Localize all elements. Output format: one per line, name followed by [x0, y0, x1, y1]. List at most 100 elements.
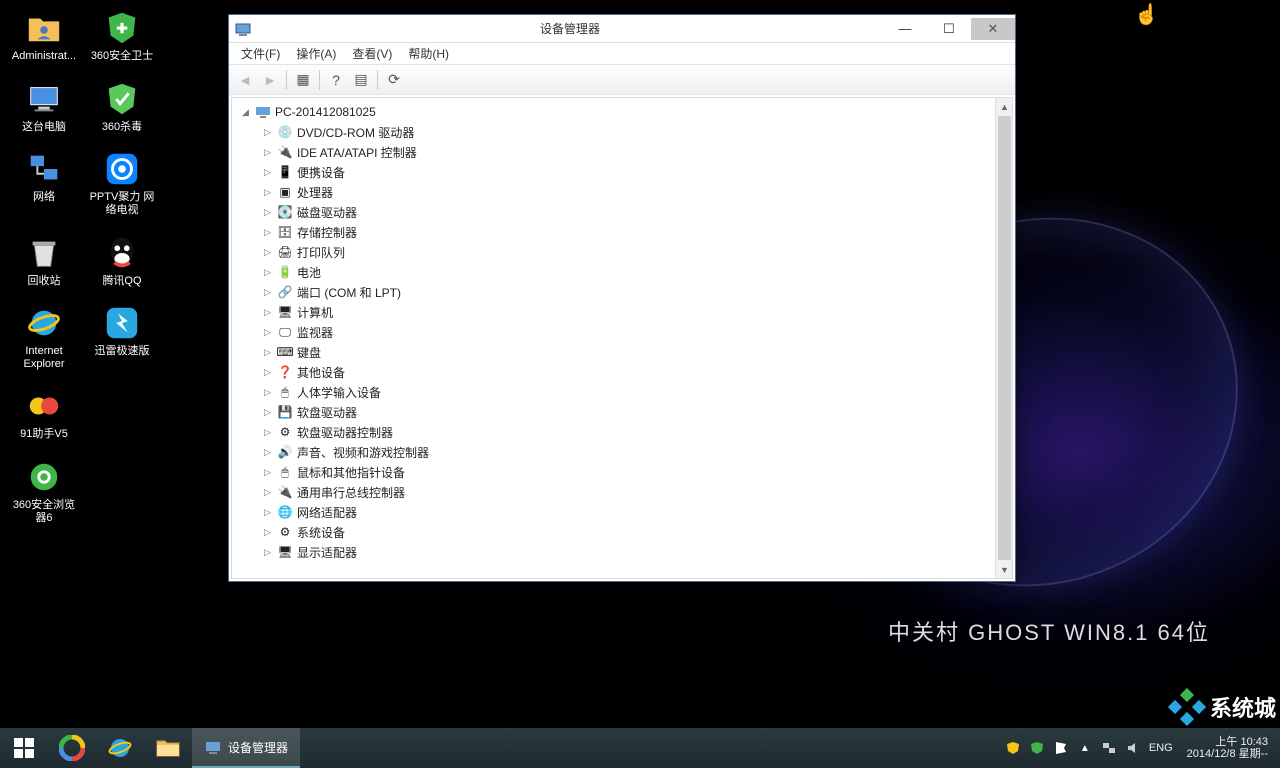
start-button[interactable]	[0, 728, 48, 768]
desktop-icon-91-helper[interactable]: 91助手V5	[8, 386, 80, 441]
expand-icon[interactable]: ▷	[262, 387, 273, 398]
expand-icon[interactable]: ▷	[262, 147, 273, 158]
tree-node[interactable]: ▷🌐网络适配器	[234, 502, 993, 522]
tree-node[interactable]: ▷🖵监视器	[234, 322, 993, 342]
expand-icon[interactable]: ▷	[262, 407, 273, 418]
tree-node[interactable]: ▷🔋电池	[234, 262, 993, 282]
expand-icon[interactable]: ▷	[262, 247, 273, 258]
tree-node[interactable]: ▷🔊声音、视频和游戏控制器	[234, 442, 993, 462]
desktop-icon-360-safe[interactable]: ✚360安全卫士	[86, 8, 158, 63]
scroll-up-button[interactable]: ▲	[996, 98, 1013, 115]
desktop-icon-360-antivirus[interactable]: 360杀毒	[86, 79, 158, 134]
close-button[interactable]: ✕	[971, 18, 1015, 40]
scroll-down-button[interactable]: ▼	[996, 561, 1013, 578]
tree-root-label: PC-201412081025	[275, 105, 376, 119]
tree-node[interactable]: ▷🗄存储控制器	[234, 222, 993, 242]
tree-node[interactable]: ▷🖥显示适配器	[234, 542, 993, 562]
desktop-icon-qq[interactable]: 腾讯QQ	[86, 233, 158, 288]
taskbar-task-device-manager[interactable]: 设备管理器	[192, 728, 300, 768]
tree-node[interactable]: ▷💽磁盘驱动器	[234, 202, 993, 222]
system-tray[interactable]: ▲ ENG 上午 10:43 2014/12/8 星期--	[1005, 736, 1280, 760]
desktop[interactable]: 中关村 GHOST WIN8.1 64位 Administrat...✚360安…	[0, 0, 1280, 768]
toolbar-scan-button[interactable]: ⟳	[382, 68, 406, 92]
menu-item[interactable]: 查看(V)	[346, 43, 398, 64]
taskbar-pin-ie[interactable]	[96, 728, 144, 768]
desktop-icon-thunder[interactable]: 迅雷极速版	[86, 303, 158, 370]
pinwheel-icon	[59, 735, 85, 761]
desktop-icon-360-browser[interactable]: 360安全浏览器6	[8, 457, 80, 524]
scroll-thumb[interactable]	[998, 116, 1011, 560]
expand-icon[interactable]: ▷	[262, 467, 273, 478]
menu-item[interactable]: 帮助(H)	[402, 43, 455, 64]
expand-icon[interactable]: ▷	[262, 127, 273, 138]
tree-node[interactable]: ▷💾软盘驱动器	[234, 402, 993, 422]
toolbar-help-button[interactable]: ?	[324, 68, 348, 92]
tree-node[interactable]: ▷🖱人体学输入设备	[234, 382, 993, 402]
expand-icon[interactable]: ▷	[262, 427, 273, 438]
tree-node[interactable]: ▷🔌IDE ATA/ATAPI 控制器	[234, 142, 993, 162]
desktop-icon-recycle-bin[interactable]: 回收站	[8, 233, 80, 288]
scrollbar[interactable]: ▲ ▼	[995, 98, 1012, 578]
expand-icon[interactable]: ▷	[262, 267, 273, 278]
expand-icon[interactable]: ▷	[262, 447, 273, 458]
tree-node[interactable]: ▷⌨键盘	[234, 342, 993, 362]
toolbar-show-hide-button[interactable]: ▦	[291, 68, 315, 92]
tree-node-label: 磁盘驱动器	[297, 204, 357, 221]
maximize-button[interactable]: ☐	[927, 18, 971, 40]
desktop-icon-pptv[interactable]: PPTV聚力 网络电视	[86, 149, 158, 216]
tray-lang[interactable]: ENG	[1149, 742, 1173, 754]
tree-node[interactable]: ▷🔗端口 (COM 和 LPT)	[234, 282, 993, 302]
expand-icon[interactable]: ▷	[262, 507, 273, 518]
tray-up-icon[interactable]: ▲	[1077, 740, 1093, 756]
desktop-icon-administrator[interactable]: Administrat...	[8, 8, 80, 63]
toolbar-props-button[interactable]: ▤	[349, 68, 373, 92]
tree-node[interactable]: ▷📱便携设备	[234, 162, 993, 182]
titlebar[interactable]: 设备管理器 — ☐ ✕	[229, 15, 1015, 43]
device-category-icon: 🔊	[277, 444, 293, 460]
expand-icon[interactable]: ▷	[262, 287, 273, 298]
expand-icon[interactable]: ▷	[262, 207, 273, 218]
taskbar[interactable]: 设备管理器 ▲ ENG 上午 10:43 2014/12/8 星期--	[0, 728, 1280, 768]
menu-item[interactable]: 文件(F)	[235, 43, 286, 64]
expand-icon[interactable]: ▷	[262, 187, 273, 198]
taskbar-pin-360[interactable]	[48, 728, 96, 768]
tree-node[interactable]: ▷💿DVD/CD-ROM 驱动器	[234, 122, 993, 142]
tray-flag-icon[interactable]	[1053, 740, 1069, 756]
desktop-icon-ie[interactable]: Internet Explorer	[8, 303, 80, 370]
tree-node[interactable]: ▷🖥计算机	[234, 302, 993, 322]
collapse-icon[interactable]: ◢	[240, 107, 251, 118]
expand-icon[interactable]: ▷	[262, 367, 273, 378]
tree-root[interactable]: ◢ PC-201412081025	[234, 102, 993, 122]
menu-item[interactable]: 操作(A)	[290, 43, 342, 64]
minimize-button[interactable]: —	[883, 18, 927, 40]
tree-node[interactable]: ▷🔌通用串行总线控制器	[234, 482, 993, 502]
desktop-icon-label: 360安全卫士	[91, 50, 153, 63]
tray-shield-icon[interactable]	[1005, 740, 1021, 756]
expand-icon[interactable]: ▷	[262, 167, 273, 178]
tray-network-icon[interactable]	[1101, 740, 1117, 756]
device-category-icon: 🖱	[277, 464, 293, 480]
desktop-icon-this-pc[interactable]: 这台电脑	[8, 79, 80, 134]
tray-volume-icon[interactable]	[1125, 740, 1141, 756]
device-category-icon: 💿	[277, 124, 293, 140]
expand-icon[interactable]: ▷	[262, 487, 273, 498]
tree-node[interactable]: ▷🖨打印队列	[234, 242, 993, 262]
tree-node[interactable]: ▷⚙软盘驱动器控制器	[234, 422, 993, 442]
desktop-icon-network[interactable]: 网络	[8, 149, 80, 216]
expand-icon[interactable]: ▷	[262, 547, 273, 558]
taskbar-pin-explorer[interactable]	[144, 728, 192, 768]
tree-node[interactable]: ▷❓其他设备	[234, 362, 993, 382]
device-tree[interactable]: ◢PC-201412081025▷💿DVD/CD-ROM 驱动器▷🔌IDE AT…	[232, 98, 995, 578]
tree-node[interactable]: ▷🖱鼠标和其他指针设备	[234, 462, 993, 482]
expand-icon[interactable]: ▷	[262, 527, 273, 538]
expand-icon[interactable]: ▷	[262, 327, 273, 338]
expand-icon[interactable]: ▷	[262, 347, 273, 358]
tree-node-label: 端口 (COM 和 LPT)	[297, 284, 401, 301]
expand-icon[interactable]: ▷	[262, 227, 273, 238]
expand-icon[interactable]: ▷	[262, 307, 273, 318]
tray-shield2-icon[interactable]	[1029, 740, 1045, 756]
ie-icon	[24, 303, 64, 343]
tree-node[interactable]: ▷▣处理器	[234, 182, 993, 202]
tree-node[interactable]: ▷⚙系统设备	[234, 522, 993, 542]
taskbar-clock[interactable]: 上午 10:43 2014/12/8 星期--	[1181, 736, 1274, 760]
